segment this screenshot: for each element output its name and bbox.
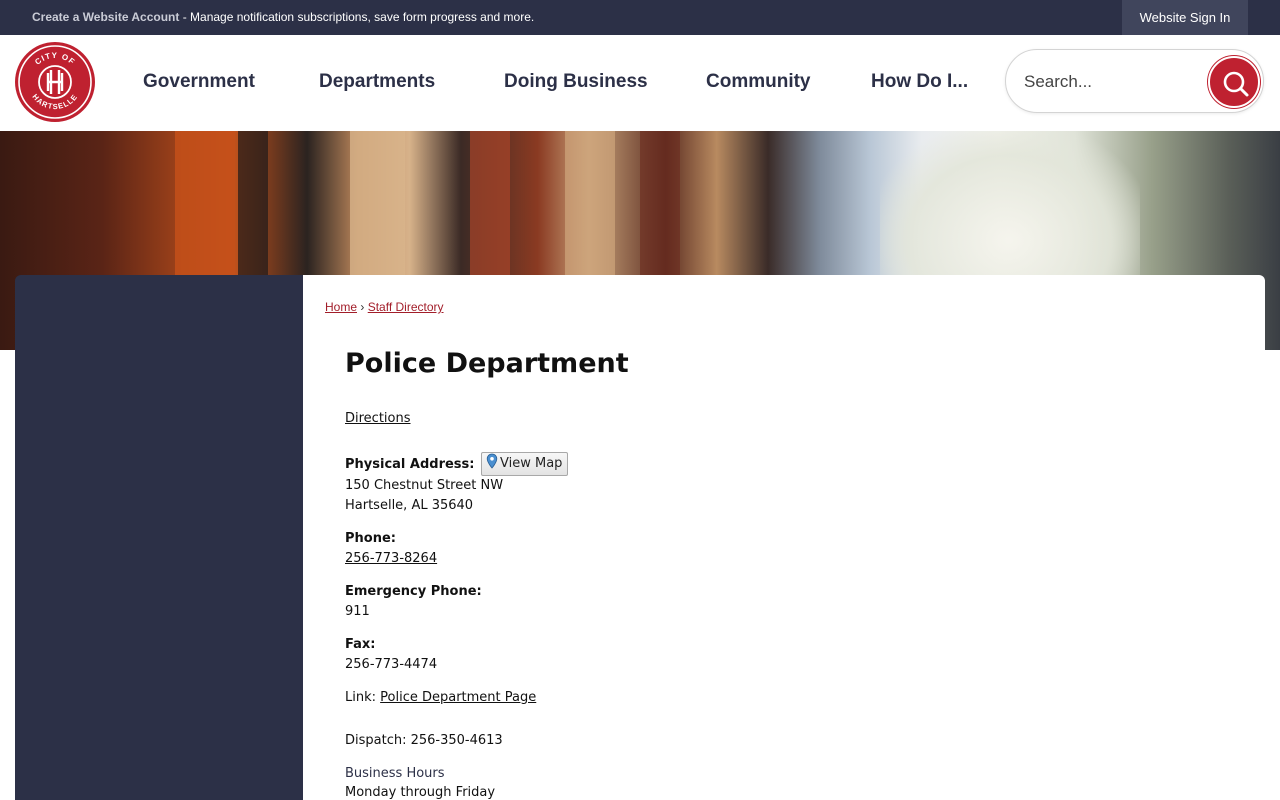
- view-map-label: View Map: [500, 456, 563, 471]
- seal-bottom-text: HARTSELLE: [31, 92, 79, 111]
- left-sidebar: [15, 275, 303, 800]
- emergency-phone-label: Emergency Phone:: [345, 584, 482, 599]
- breadcrumb-staff-directory-link[interactable]: Staff Directory: [368, 300, 444, 314]
- nav-departments[interactable]: Departments: [319, 71, 435, 93]
- physical-address-label: Physical Address:: [345, 457, 475, 472]
- phone-link[interactable]: 256-773-8264: [345, 551, 437, 566]
- view-map-button[interactable]: View Map: [481, 452, 569, 476]
- account-message-text: - Manage notification subscriptions, sav…: [179, 10, 535, 24]
- emergency-phone-value: 911: [345, 604, 370, 619]
- address-line-2: Hartselle, AL 35640: [345, 498, 474, 513]
- top-utility-bar: Create a Website Account - Manage notifi…: [0, 0, 1280, 35]
- nav-how-do-i[interactable]: How Do I...: [871, 71, 968, 93]
- nav-government[interactable]: Government: [143, 71, 255, 93]
- breadcrumb: Home › Staff Directory: [325, 300, 444, 314]
- search-input[interactable]: [1024, 68, 1204, 96]
- department-link-row: Link: Police Department Page: [345, 690, 536, 705]
- search-box: [1005, 49, 1264, 113]
- map-pin-icon: [486, 453, 498, 469]
- address-line-1: 150 Chestnut Street NW: [345, 478, 504, 493]
- nav-doing-business[interactable]: Doing Business: [504, 71, 648, 93]
- breadcrumb-home-link[interactable]: Home: [325, 300, 357, 314]
- city-logo[interactable]: CITY OF HARTSELLE: [15, 42, 95, 122]
- link-label: Link:: [345, 690, 381, 705]
- business-hours-heading: Business Hours: [345, 766, 445, 781]
- main-content: Home › Staff Directory Police Department…: [303, 275, 1265, 800]
- breadcrumb-separator: ›: [360, 300, 365, 314]
- city-seal-icon: CITY OF HARTSELLE: [18, 45, 92, 119]
- svg-text:HARTSELLE: HARTSELLE: [31, 92, 80, 111]
- page-title: Police Department: [345, 348, 629, 379]
- svg-text:CITY OF: CITY OF: [33, 51, 77, 67]
- fax-value: 256-773-4474: [345, 657, 438, 672]
- search-button[interactable]: [1208, 56, 1260, 108]
- nav-community[interactable]: Community: [706, 71, 811, 93]
- create-account-link[interactable]: Create a Website Account: [32, 10, 179, 24]
- search-icon: [1223, 71, 1249, 97]
- site-header: CITY OF HARTSELLE Government Departments…: [0, 35, 1280, 131]
- seal-top-text: CITY OF: [33, 51, 76, 67]
- police-department-page-link[interactable]: Police Department Page: [380, 690, 536, 705]
- website-sign-in-button[interactable]: Website Sign In: [1122, 0, 1248, 35]
- fax-label: Fax:: [345, 637, 376, 652]
- phone-label: Phone:: [345, 531, 396, 546]
- dispatch-text: Dispatch: 256-350-4613: [345, 733, 503, 748]
- directions-link[interactable]: Directions: [345, 411, 411, 426]
- account-message: Create a Website Account - Manage notifi…: [32, 10, 534, 24]
- business-hours-line: Monday through Friday: [345, 785, 496, 800]
